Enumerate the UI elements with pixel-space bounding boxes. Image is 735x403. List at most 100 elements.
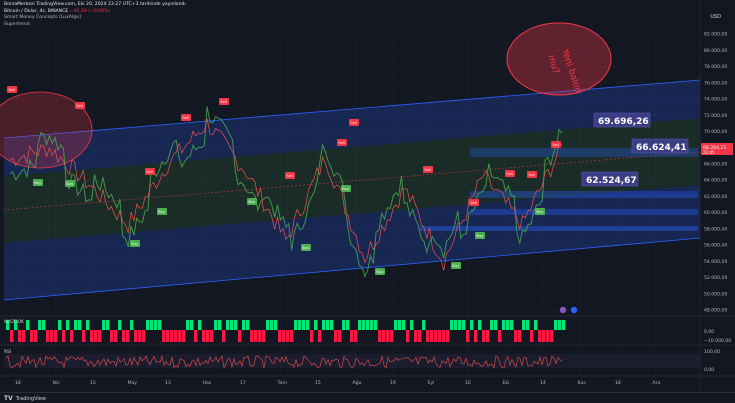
time-tick: 18: [15, 380, 21, 386]
time-tick: Nis: [53, 380, 61, 386]
buy-signal-label: Buy: [342, 187, 350, 191]
wazook-bar: [106, 320, 110, 330]
buy-signal-label: Buy: [34, 181, 42, 185]
wazook-bar: [294, 320, 298, 330]
wazook-bar: [454, 320, 458, 330]
wazook-bar: [38, 320, 42, 330]
wazook-bar: [250, 330, 254, 342]
wazook-bar: [62, 330, 66, 342]
wazook-bar: [546, 330, 550, 342]
price-tick: 76.000,00: [704, 80, 727, 86]
wazook-bar: [442, 330, 446, 342]
wazook-panel[interactable]: [6, 320, 566, 342]
wazook-bar: [534, 320, 538, 330]
wazook-bar: [350, 330, 354, 342]
wazook-bar: [414, 330, 418, 342]
wazook-bar: [378, 330, 382, 342]
sell-signal-label: Sell: [286, 174, 293, 178]
level-label-3: 62.524,67: [586, 176, 637, 186]
tradingview-logo[interactable]: TV TradingView: [4, 395, 46, 402]
price-tick: 70.000,00: [704, 129, 727, 135]
rsi-band: [4, 354, 700, 368]
wazook-bar: [82, 330, 86, 342]
wazook-bar: [246, 320, 250, 330]
sell-signal-label: Sell: [146, 170, 153, 174]
rsi-panel[interactable]: [4, 354, 700, 369]
wazook-bar: [10, 330, 14, 342]
indicator-2[interactable]: Supertrend: [4, 22, 186, 29]
wazook-bar: [174, 330, 178, 342]
wazook-bar: [114, 330, 118, 342]
price-chart[interactable]: Yeni balon mu? Sell Sell Sell Sell Sell Sell S…: [0, 0, 735, 402]
wazook-bar: [514, 330, 518, 342]
wazook-bar: [502, 320, 506, 330]
price-tick: 80.000,00: [704, 48, 727, 54]
panel1-tick-0: 0,00: [704, 329, 714, 335]
sell-signal-label: Sell: [350, 121, 357, 125]
sell-signal-label: Sell: [338, 141, 345, 145]
wazook-bar: [394, 320, 398, 330]
tradingview-icon: TV: [4, 395, 13, 402]
wazook-bar: [50, 330, 54, 342]
price-tick: 82.000,00: [704, 32, 727, 38]
panel2-label: RSI: [4, 349, 11, 355]
buy-signal-label: Buy: [302, 246, 310, 250]
price-change: −40,19 (−0,06%): [69, 8, 111, 14]
wazook-bar: [382, 330, 386, 342]
currency-label[interactable]: USD: [710, 14, 721, 20]
wazook-bar: [438, 330, 442, 342]
flag-icon[interactable]: [570, 306, 578, 314]
wazook-bar: [314, 320, 318, 330]
buy-signal-label: Buy: [376, 270, 384, 274]
wazook-bar: [286, 330, 290, 342]
wazook-bar: [190, 320, 194, 330]
wazook-bar: [482, 330, 486, 342]
publish-line: BorsaMerkezi TradingView.com, Eki 20, 20…: [4, 2, 186, 7]
wazook-bar: [138, 330, 142, 342]
wazook-bar: [554, 320, 558, 330]
panel1-tick-1: −10.000,00: [704, 338, 731, 344]
time-tick: 13: [165, 380, 171, 386]
buy-signal-label: Buy: [476, 234, 484, 238]
level-label-1: 69.696,26: [598, 117, 649, 127]
wazook-bar: [418, 330, 422, 342]
wazook-bar: [98, 330, 102, 342]
wazook-bar: [550, 330, 554, 342]
wazook-bar: [290, 330, 294, 342]
sell-signal-label: Sell: [76, 104, 83, 108]
wazook-bar: [54, 330, 58, 342]
wazook-bar: [126, 330, 130, 342]
wazook-bar: [422, 320, 426, 330]
time-tick: 19: [390, 380, 396, 386]
wazook-bar: [22, 330, 26, 342]
wazook-bar: [234, 320, 238, 330]
wazook-bar: [386, 330, 390, 342]
event-icon[interactable]: [559, 306, 567, 314]
sell-signal-label: Sell: [220, 100, 227, 104]
wazook-bar: [374, 320, 378, 330]
indicator-1[interactable]: Smart Money Concepts [LuxAlgo]: [4, 15, 186, 22]
yeni-balon-bubble: Yeni balon mu?: [506, 22, 612, 96]
wazook-bar: [158, 320, 162, 330]
wazook-bar: [478, 320, 482, 330]
sell-signal-label: Sell: [8, 88, 15, 92]
wazook-bar: [102, 320, 106, 330]
symbol-line[interactable]: Bitcoin / Dolar, 4s, BINANCE: [4, 9, 68, 14]
wazook-bar: [86, 320, 90, 330]
buy-signal-label: Buy: [158, 210, 166, 214]
panel2-tick-0: 100,00: [704, 349, 720, 355]
panel1-label: WAZOOK: [4, 319, 24, 325]
footer: TV TradingView: [0, 392, 735, 403]
wazook-bar: [282, 330, 286, 342]
wazook-bar: [222, 330, 226, 342]
time-axis[interactable]: 18 Nis 15 May 13 Haz 17 Tem 15 Ağu 19 Eyl 16 Eki 14 Kas…: [15, 379, 661, 386]
price-tick: 50.000,00: [704, 291, 727, 297]
wazook-bar: [366, 320, 370, 330]
wazook-bar: [310, 330, 314, 342]
wazook-bar: [330, 320, 334, 330]
wazook-bar: [74, 320, 78, 330]
wazook-bar: [398, 320, 402, 330]
wazook-bar: [18, 330, 22, 342]
wazook-bar: [558, 320, 562, 330]
wazook-bar: [254, 330, 258, 342]
